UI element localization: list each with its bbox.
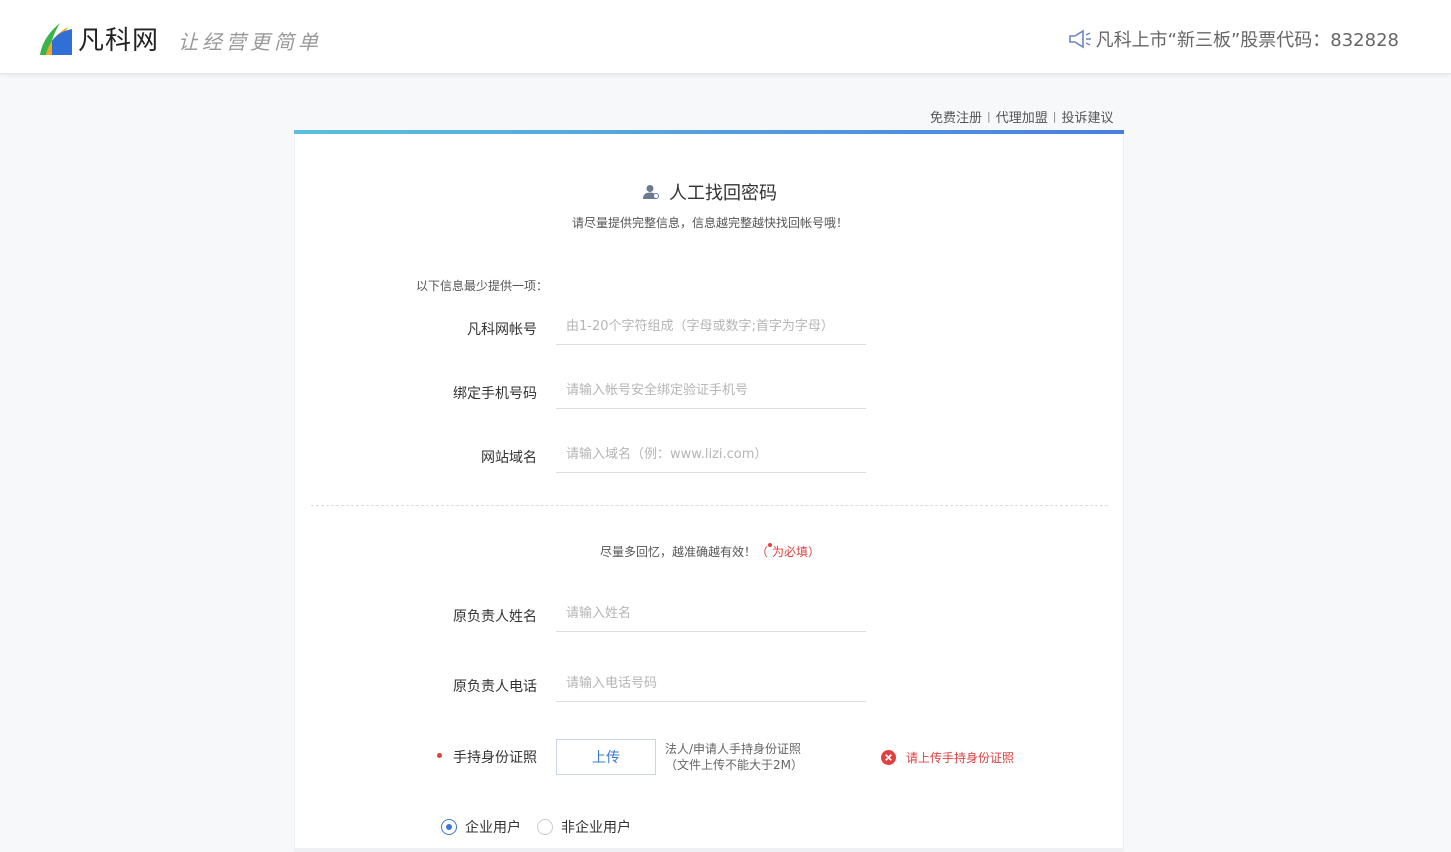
megaphone-icon	[1068, 29, 1091, 49]
upload-tip-line2: （文件上传不能大于2M）	[665, 758, 803, 772]
card-accent-line	[294, 130, 1124, 134]
upload-tip: 法人/申请人手持身份证照 （文件上传不能大于2M）	[665, 741, 803, 773]
stock-notice: 凡科上市“新三板”股票代码：832828	[1068, 26, 1399, 52]
agent-join-link[interactable]: 代理加盟	[996, 107, 1048, 126]
required-hint: 为必填）	[772, 545, 821, 559]
site-logo[interactable]: 凡科网	[36, 18, 159, 58]
account-label: 凡科网帐号	[467, 322, 537, 338]
stock-notice-text: 凡科上市“新三板”股票代码：832828	[1095, 30, 1399, 51]
logo-icon	[40, 23, 72, 55]
radio-circle	[441, 819, 457, 835]
slogan: 让经营更简单	[178, 30, 322, 54]
enterprise-user-label: 企业用户	[465, 820, 521, 836]
form-title-text: 人工找回密码	[669, 183, 777, 204]
non-enterprise-user-label: 非企业用户	[561, 820, 631, 836]
domain-label: 网站域名	[481, 450, 537, 466]
link-separator: |	[987, 110, 991, 123]
user-type-group: 企业用户 非企业用户	[441, 817, 647, 837]
upload-error: 请上传手持身份证照	[881, 749, 1014, 766]
phone-row: 绑定手机号码	[295, 373, 1125, 413]
owner-name-input[interactable]	[556, 596, 866, 632]
error-icon	[881, 750, 896, 765]
card-bottom-shadow	[294, 848, 1124, 852]
free-register-link[interactable]: 免费注册	[930, 107, 982, 126]
section-divider	[311, 505, 1108, 506]
required-dot	[437, 753, 442, 758]
non-enterprise-user-radio[interactable]: 非企业用户	[537, 817, 631, 837]
section-note: 以下信息最少提供一项：	[416, 279, 549, 293]
upload-tip-line1: 法人/申请人手持身份证照	[665, 742, 802, 756]
owner-name-label: 原负责人姓名	[453, 609, 537, 625]
radio-circle	[537, 819, 553, 835]
owner-name-row: 原负责人姓名	[295, 596, 1125, 636]
site-header: 凡科网 让经营更简单 凡科上市“新三板”股票代码：832828	[0, 0, 1451, 74]
account-row: 凡科网帐号	[295, 309, 1125, 349]
recovery-form-card: 人工找回密码 请尽量提供完整信息，信息越完整越快找回帐号哦！ 以下信息最少提供一…	[294, 130, 1124, 852]
recall-hint-text: 尽量多回忆，越准确越有效！	[599, 545, 756, 559]
upload-button[interactable]: 上传	[556, 739, 656, 775]
logo-text: 凡科网	[78, 25, 160, 56]
upload-error-text: 请上传手持身份证照	[906, 751, 1015, 765]
form-title: 人工找回密码	[295, 179, 1125, 205]
account-input[interactable]	[556, 309, 866, 345]
owner-phone-label: 原负责人电话	[453, 679, 537, 695]
phone-label: 绑定手机号码	[453, 386, 537, 402]
owner-phone-input[interactable]	[556, 666, 866, 702]
required-hint-open: （	[755, 545, 768, 559]
form-subtitle: 请尽量提供完整信息，信息越完整越快找回帐号哦！	[571, 216, 848, 230]
recall-hint: 尽量多回忆，越准确越有效！（ 为必填）	[295, 543, 1125, 560]
owner-phone-row: 原负责人电话	[295, 666, 1125, 706]
user-icon	[643, 185, 659, 199]
id-photo-label: 手持身份证照	[453, 750, 537, 766]
domain-row: 网站域名	[295, 437, 1125, 477]
enterprise-user-radio[interactable]: 企业用户	[441, 817, 521, 837]
phone-input[interactable]	[556, 373, 866, 409]
top-links: 免费注册 | 代理加盟 | 投诉建议	[930, 107, 1113, 126]
link-separator: |	[1052, 110, 1057, 123]
domain-input[interactable]	[556, 437, 866, 473]
complaint-link[interactable]: 投诉建议	[1061, 107, 1113, 126]
